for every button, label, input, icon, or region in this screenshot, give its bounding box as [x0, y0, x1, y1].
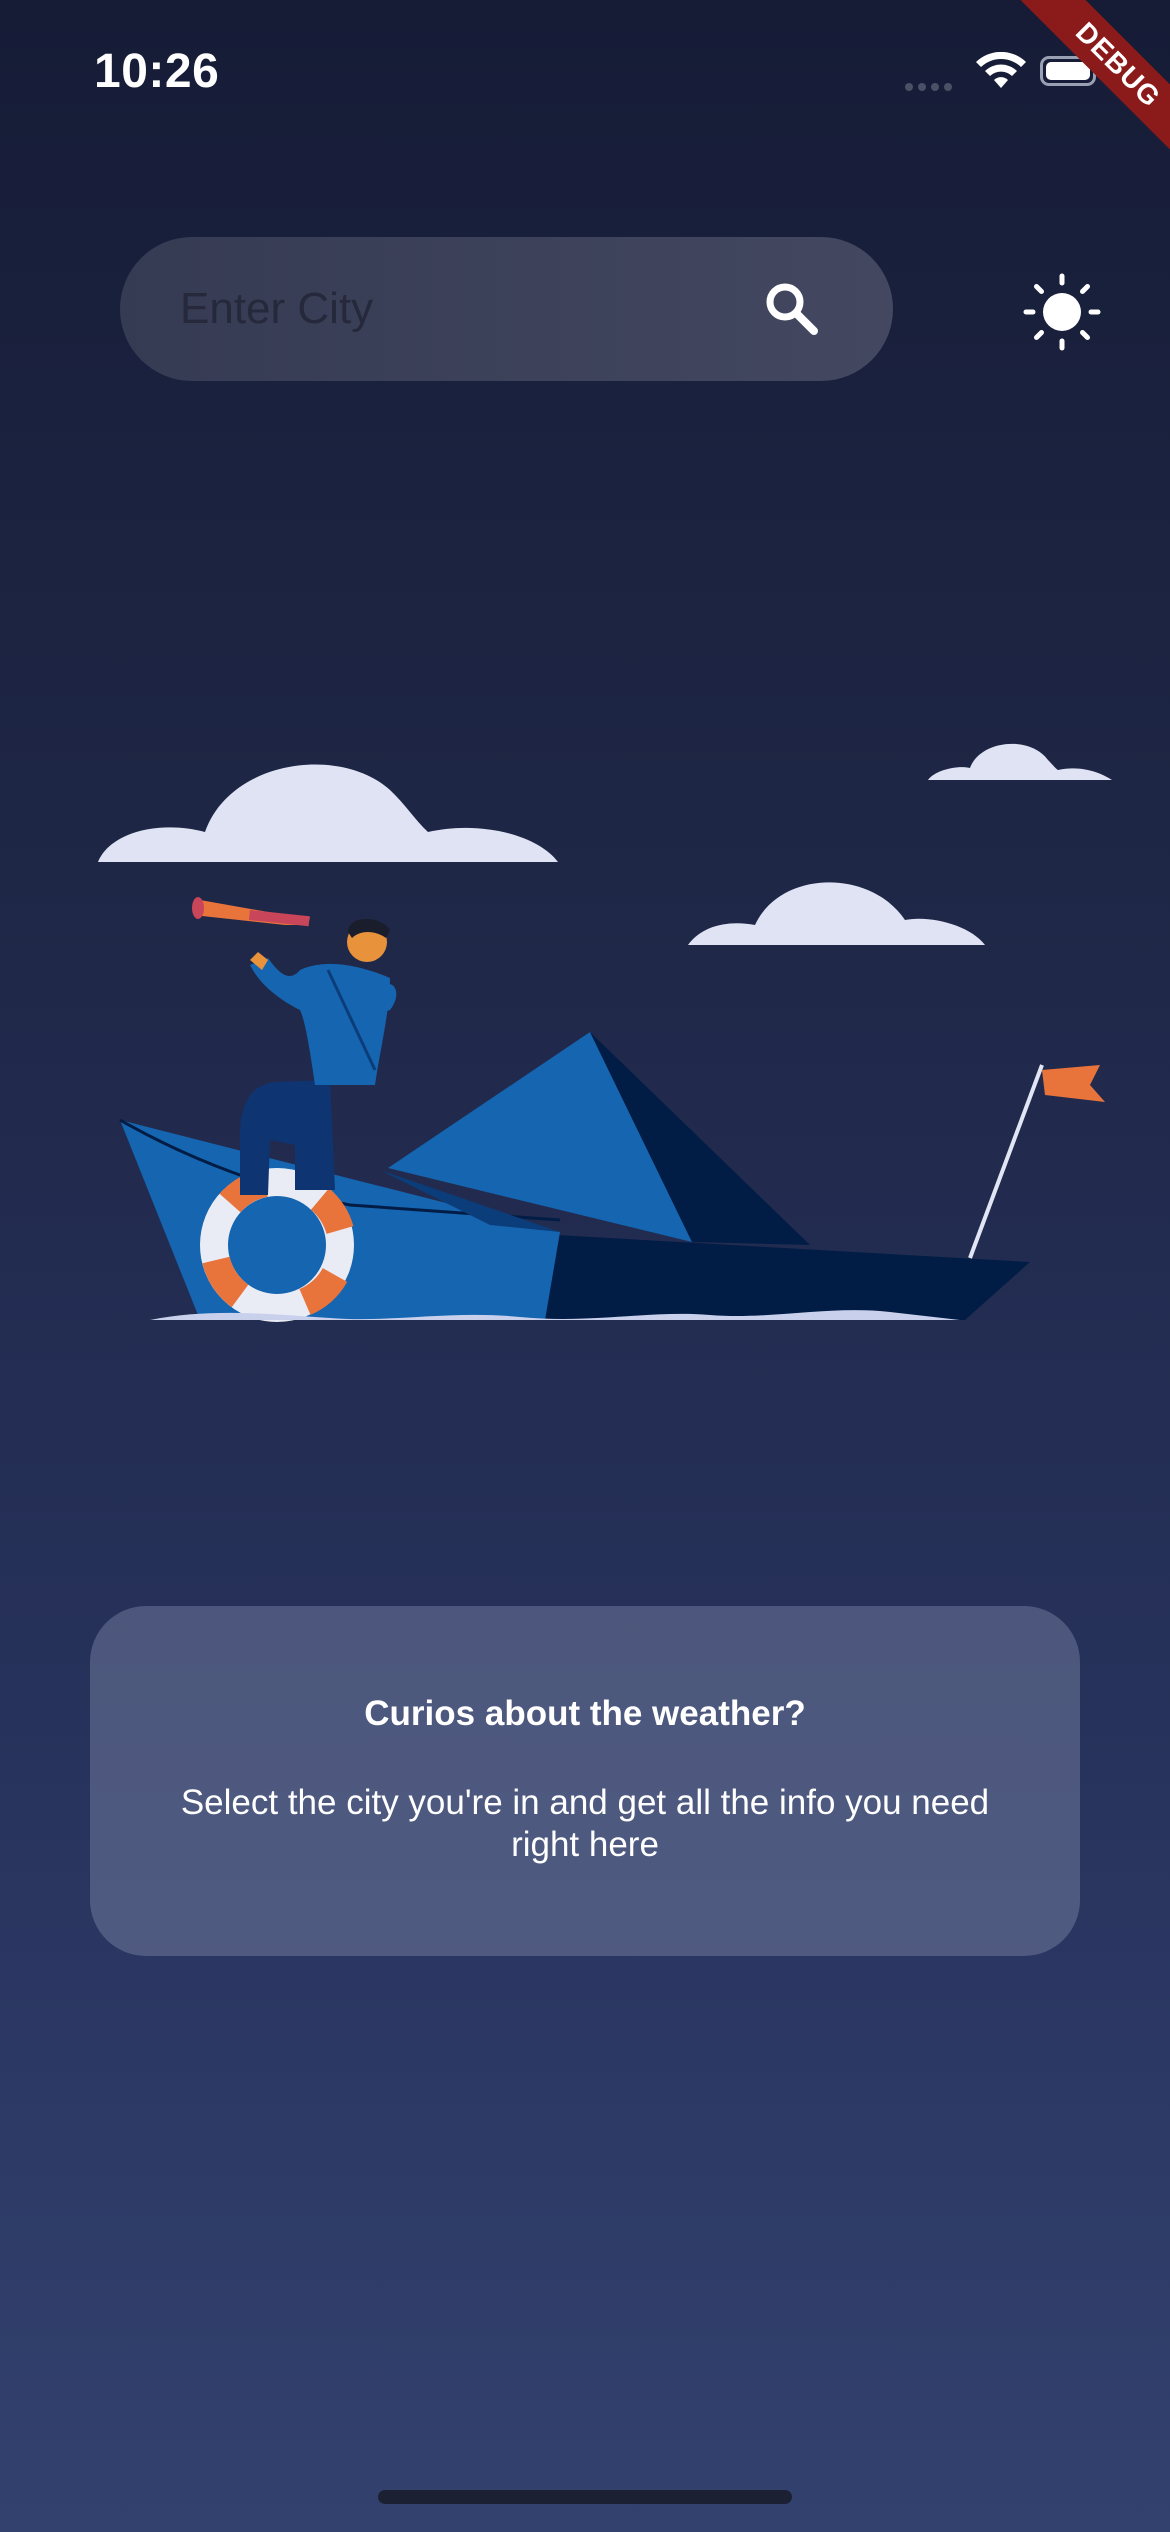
status-time: 10:26 — [94, 45, 220, 98]
city-search-input[interactable] — [180, 237, 740, 381]
cellular-signal-icon — [905, 78, 957, 96]
info-card-title: Curios about the weather? — [364, 1694, 806, 1733]
home-indicator[interactable] — [378, 2490, 792, 2504]
info-card: Curios about the weather? Select the cit… — [90, 1606, 1080, 1956]
sun-icon[interactable] — [1022, 272, 1102, 352]
battery-icon — [1040, 56, 1102, 86]
boat-telescope-illustration — [98, 743, 1112, 1322]
info-card-body: Select the city you're in and get all th… — [180, 1783, 990, 1864]
status-bar: 10:26 — [0, 0, 1170, 150]
search-icon[interactable] — [760, 277, 824, 341]
search-bar[interactable] — [120, 237, 893, 381]
wifi-icon — [976, 52, 1026, 88]
